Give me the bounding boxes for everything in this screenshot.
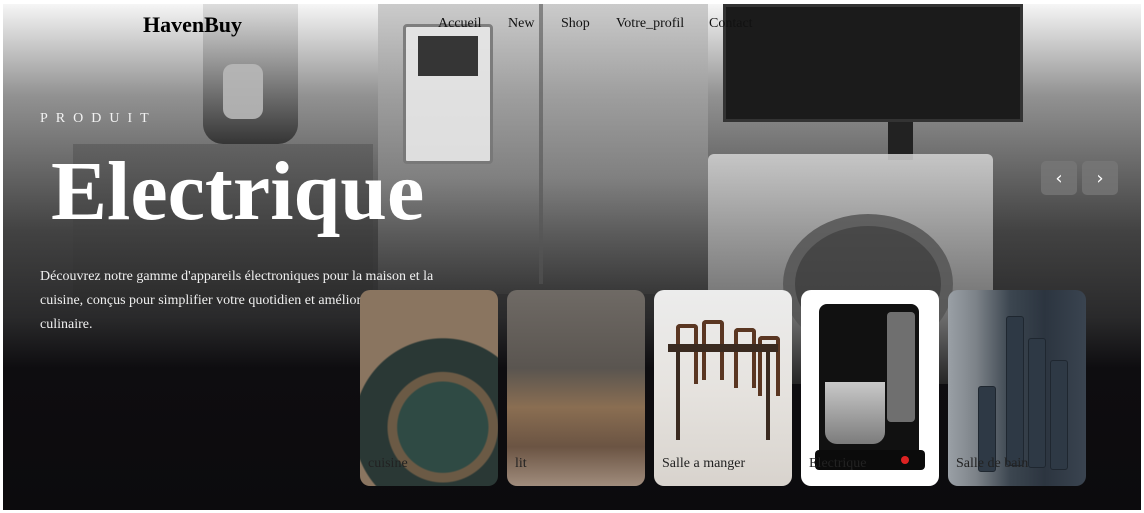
towel-shape (1006, 316, 1024, 466)
towel-shape (1050, 360, 1068, 470)
table-leg (766, 350, 770, 440)
nav-link-accueil[interactable]: Accueil (438, 16, 482, 32)
hero-section: HavenBuy Accueil New Shop Votre_profil C… (3, 4, 1141, 510)
chevron-right-icon: › (1096, 167, 1104, 189)
category-card-label: Salle a manger (662, 456, 746, 471)
power-light (901, 456, 909, 464)
carousel-prev-button[interactable]: ‹ (1041, 161, 1077, 195)
nav-link-contact[interactable]: Contact (709, 16, 753, 32)
carousel-next-button[interactable]: › (1082, 161, 1118, 195)
category-card-label: Electrique (809, 456, 867, 471)
fridge-dispenser-screen (418, 36, 478, 76)
coffee-maker-tank (887, 312, 915, 422)
category-card-salle-a-manger[interactable]: Salle a manger (654, 290, 792, 486)
category-card-label: Salle de bain (956, 456, 1029, 471)
tv-image (723, 4, 1023, 122)
coffee-carafe (825, 382, 885, 444)
towel-shape (1028, 338, 1046, 468)
hero-title: Electrique (51, 145, 425, 238)
blender-knob (223, 64, 263, 119)
category-card-label: cuisine (368, 456, 408, 471)
brand-logo[interactable]: HavenBuy (143, 12, 242, 38)
chevron-left-icon: ‹ (1055, 167, 1063, 189)
fridge-door-divider (539, 4, 543, 284)
category-card-lit[interactable]: lit (507, 290, 645, 486)
category-card-salle-de-bain[interactable]: Salle de bain (948, 290, 1086, 486)
category-card-label: lit (515, 456, 527, 471)
nav-link-new[interactable]: New (508, 16, 534, 32)
nav-link-shop[interactable]: Shop (561, 16, 590, 32)
chair-shape (734, 328, 756, 388)
table-leg (676, 350, 680, 440)
hero-eyebrow: PRODUIT (40, 111, 157, 126)
table-shape (668, 344, 778, 352)
category-card-cuisine[interactable]: cuisine (360, 290, 498, 486)
category-card-electrique[interactable]: Electrique (801, 290, 939, 486)
nav-link-votre-profil[interactable]: Votre_profil (616, 16, 684, 32)
